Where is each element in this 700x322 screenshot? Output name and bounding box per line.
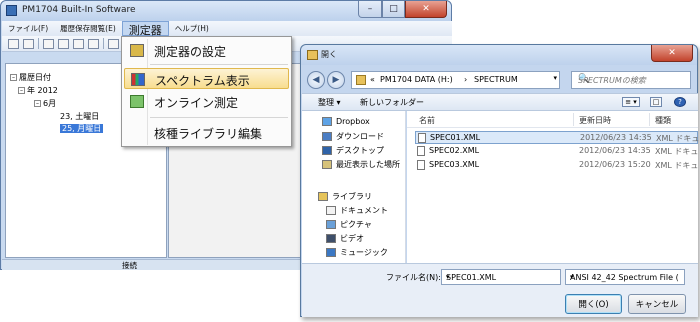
menu-help[interactable]: ヘルプ(H) bbox=[169, 21, 215, 36]
file-list: 名前 更新日時 種類 SPEC01.XML 2012/06/23 14:35 X… bbox=[407, 111, 699, 263]
tree-year[interactable]: – 年 2012 bbox=[18, 85, 58, 96]
xml-file-icon bbox=[418, 133, 426, 143]
open-button[interactable]: 開く(O) bbox=[565, 294, 622, 314]
filename-input[interactable]: SPEC01.XML ▾ bbox=[441, 269, 561, 285]
cancel-button[interactable]: キャンセル bbox=[628, 294, 686, 314]
dropbox-icon bbox=[322, 117, 332, 126]
toolbar-separator bbox=[103, 38, 104, 49]
find-icon[interactable] bbox=[73, 38, 84, 49]
file-row[interactable]: SPEC03.XML 2012/06/23 15:20 XML ドキュ bbox=[415, 159, 698, 172]
view-options-icon[interactable]: ≡ ▾ bbox=[622, 97, 640, 107]
menu-item-nuclide-library-edit[interactable]: 核種ライブラリ編集 bbox=[124, 122, 289, 143]
open-folder-icon[interactable] bbox=[58, 38, 69, 49]
downloads-icon bbox=[322, 132, 332, 141]
chevron-down-icon[interactable]: ▾ bbox=[570, 273, 681, 281]
new-folder-button[interactable]: 新しいフォルダー bbox=[360, 97, 424, 108]
xml-file-icon bbox=[417, 146, 425, 156]
pictures-icon bbox=[326, 220, 336, 229]
open-file-dialog: 開く ✕ ◀ ▶ « PM1704 DATA (H:) › SPECTRUM ▾… bbox=[300, 44, 699, 317]
organize-button[interactable]: 整理 ▾ bbox=[318, 97, 341, 108]
filename-label: ファイル名(N): bbox=[386, 273, 441, 282]
dialog-titlebar: 開く ✕ bbox=[301, 45, 697, 65]
nav-recent[interactable]: 最近表示した場所 bbox=[322, 159, 400, 170]
column-header: 名前 更新日時 種類 bbox=[407, 111, 698, 128]
window-title: PM1704 Built-In Software bbox=[22, 5, 136, 15]
nav-desktop[interactable]: デスクトップ bbox=[322, 145, 384, 156]
library-icon bbox=[318, 192, 328, 201]
search-input[interactable]: SPECTRUMの検索 🔍 bbox=[571, 71, 691, 89]
collapse-icon[interactable]: – bbox=[10, 74, 17, 81]
file-type-select[interactable]: ANSI 42_42 Spectrum File ( ▾ bbox=[565, 269, 685, 285]
close-button[interactable]: ✕ bbox=[405, 1, 447, 18]
dialog-footer: ファイル名(N): SPEC01.XML ▾ ANSI 42_42 Spectr… bbox=[302, 263, 698, 317]
tree-month[interactable]: –6月 bbox=[34, 98, 56, 109]
online-refresh-icon bbox=[130, 95, 144, 108]
file-row[interactable]: SPEC02.XML 2012/06/23 14:35 XML ドキュ bbox=[415, 145, 698, 158]
chevron-down-icon[interactable]: ▾ bbox=[553, 74, 557, 82]
minimize-button[interactable]: – bbox=[358, 1, 382, 18]
print-icon[interactable] bbox=[23, 38, 34, 49]
new-icon[interactable] bbox=[43, 38, 54, 49]
search-icon: 🔍 bbox=[578, 74, 590, 84]
menu-item-online-measurement[interactable]: オンライン測定 bbox=[124, 91, 289, 112]
menu-item-device-settings[interactable]: 測定器の設定 bbox=[124, 40, 289, 61]
main-titlebar: PM1704 Built-In Software – □ ✕ bbox=[1, 1, 451, 21]
navigation-pane: Dropbox ダウンロード デスクトップ 最近表示した場所 ライブラリ ドキュ… bbox=[302, 111, 406, 263]
menu-file[interactable]: ファイル(F) bbox=[2, 21, 54, 36]
menu-item-spectrum-display[interactable]: スペクトラム表示 bbox=[124, 68, 289, 89]
videos-icon bbox=[326, 234, 336, 243]
collapse-icon[interactable]: – bbox=[34, 100, 41, 107]
spectrum-chart-icon bbox=[131, 73, 145, 86]
tree-day-selected[interactable]: 25, 月曜日 bbox=[60, 123, 104, 134]
column-date[interactable]: 更新日時 bbox=[579, 115, 611, 126]
status-text: 接続 bbox=[122, 261, 137, 270]
zoom-icon[interactable] bbox=[88, 38, 99, 49]
back-button[interactable]: ◀ bbox=[307, 71, 325, 89]
device-icon[interactable] bbox=[108, 38, 119, 49]
save-icon[interactable] bbox=[8, 38, 19, 49]
dialog-close-button[interactable]: ✕ bbox=[651, 45, 693, 62]
nav-pictures[interactable]: ピクチャ bbox=[326, 219, 372, 230]
desktop-icon bbox=[322, 146, 332, 155]
breadcrumb-drive[interactable]: PM1704 DATA (H:) bbox=[380, 75, 453, 84]
recent-places-icon bbox=[322, 160, 332, 169]
help-icon[interactable]: ? bbox=[674, 97, 686, 107]
device-settings-icon bbox=[130, 44, 144, 57]
device-menu-dropdown: 測定器の設定 スペクトラム表示 オンライン測定 核種ライブラリ編集 bbox=[121, 36, 292, 147]
navigation-bar: ◀ ▶ « PM1704 DATA (H:) › SPECTRUM ▾ SPEC… bbox=[305, 69, 694, 91]
nav-videos[interactable]: ビデオ bbox=[326, 233, 364, 244]
menu-bar: ファイル(F) 履歴保存閲覧(E) 測定器 ヘルプ(H) bbox=[2, 21, 452, 37]
preview-pane-icon[interactable]: □ bbox=[650, 97, 662, 107]
chevron-down-icon[interactable]: ▾ bbox=[446, 273, 557, 281]
nav-libraries[interactable]: ライブラリ bbox=[318, 191, 372, 202]
toolbar-separator bbox=[38, 38, 39, 49]
file-row-selected[interactable]: SPEC01.XML 2012/06/23 14:35 XML ドキュ bbox=[415, 131, 699, 144]
tree-root[interactable]: – 履歴日付 bbox=[10, 72, 51, 83]
nav-dropbox[interactable]: Dropbox bbox=[322, 117, 370, 126]
dialog-title: 開く bbox=[321, 50, 337, 59]
folder-icon bbox=[356, 75, 366, 85]
column-type[interactable]: 種類 bbox=[655, 115, 671, 126]
menu-history[interactable]: 履歴保存閲覧(E) bbox=[54, 21, 122, 36]
documents-icon bbox=[326, 206, 336, 215]
column-name[interactable]: 名前 bbox=[419, 115, 435, 126]
breadcrumb-folder[interactable]: SPECTRUM bbox=[474, 75, 518, 84]
collapse-icon[interactable]: – bbox=[18, 87, 25, 94]
nav-music[interactable]: ミュージック bbox=[326, 247, 388, 258]
address-bar[interactable]: « PM1704 DATA (H:) › SPECTRUM ▾ bbox=[351, 71, 560, 89]
command-bar: 整理 ▾ 新しいフォルダー ≡ ▾ □ ? bbox=[302, 93, 698, 111]
app-icon bbox=[6, 5, 17, 16]
xml-file-icon bbox=[417, 160, 425, 170]
music-icon bbox=[326, 248, 336, 257]
maximize-button[interactable]: □ bbox=[382, 1, 405, 18]
forward-button[interactable]: ▶ bbox=[327, 71, 345, 89]
nav-documents[interactable]: ドキュメント bbox=[326, 205, 388, 216]
folder-icon bbox=[307, 50, 318, 60]
menu-device[interactable]: 測定器 bbox=[121, 21, 169, 37]
tree-day[interactable]: 23, 土曜日 bbox=[60, 111, 99, 122]
nav-downloads[interactable]: ダウンロード bbox=[322, 131, 384, 142]
